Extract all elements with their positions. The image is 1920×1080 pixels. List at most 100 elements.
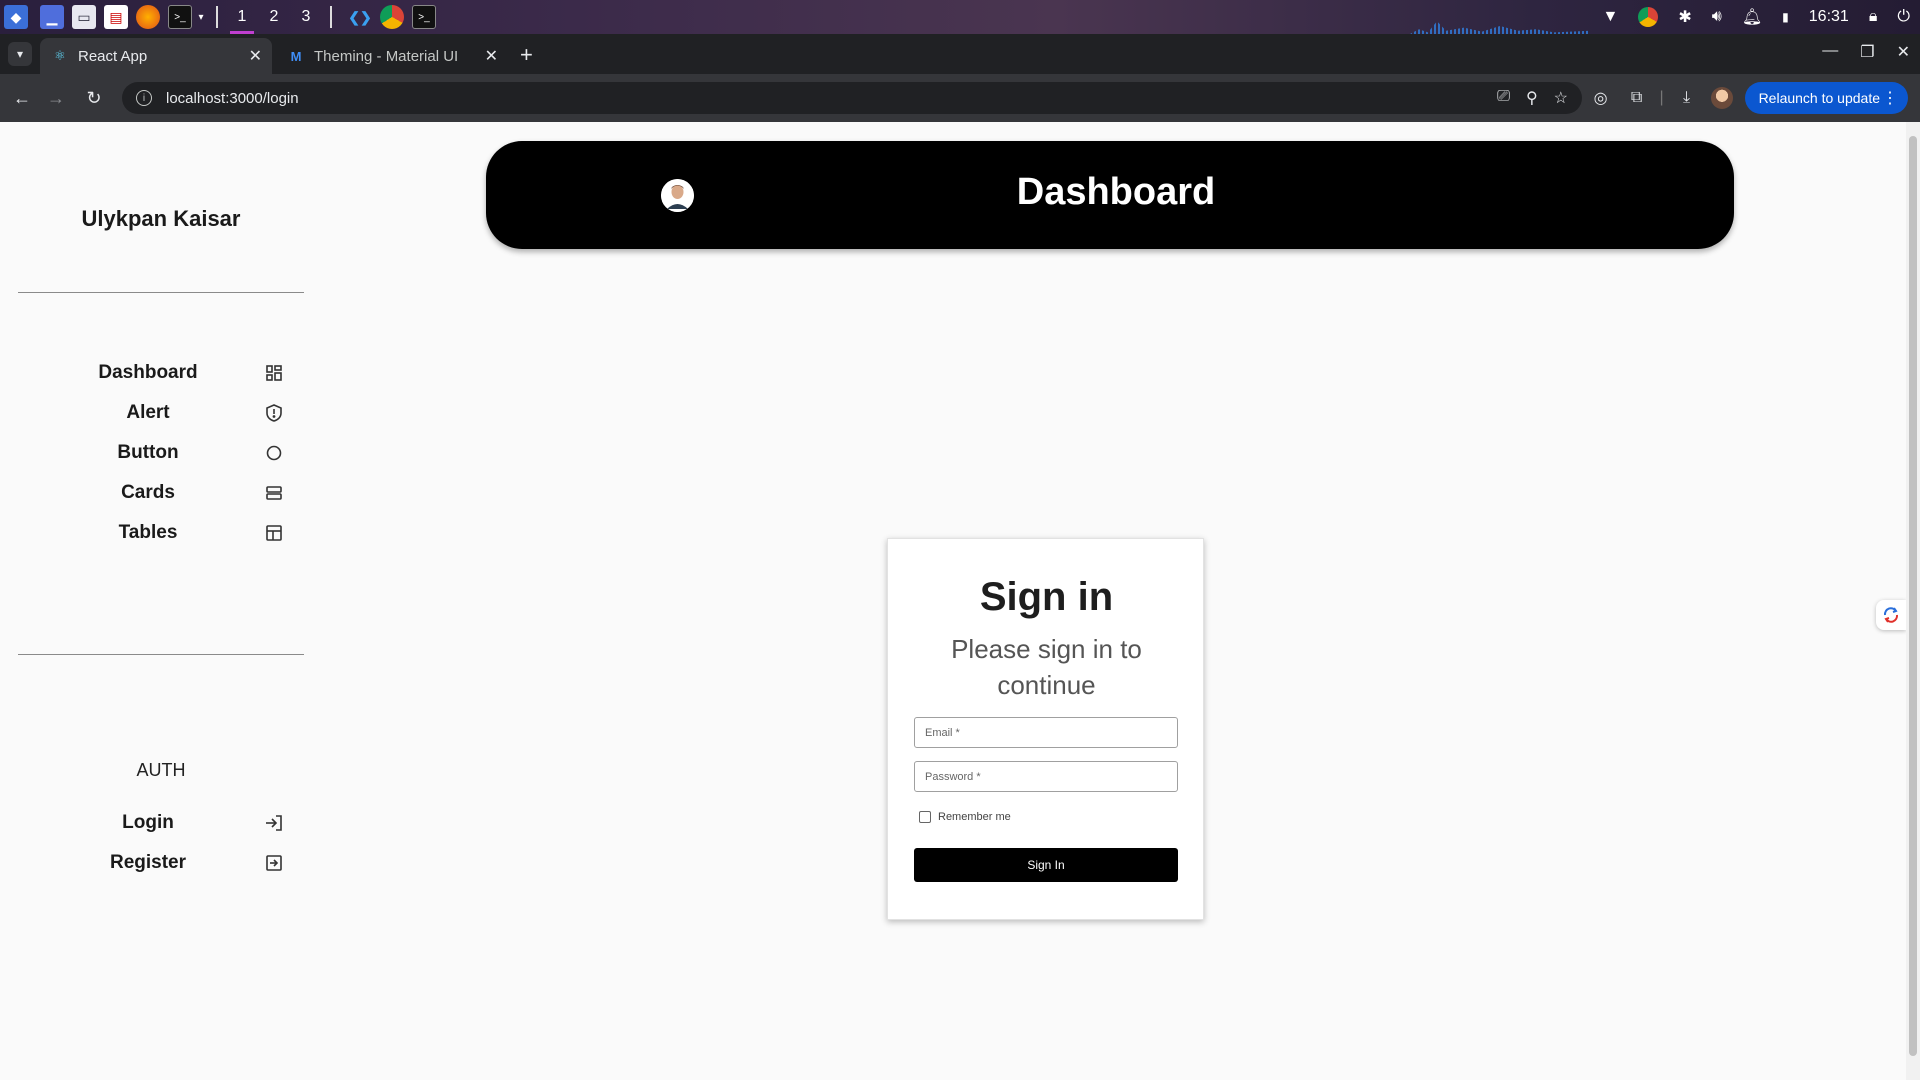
toolbar-right: ◎ ⧉ | ⤓ Relaunch to update ⋮ — [1589, 74, 1920, 122]
install-app-icon[interactable]: ⎚ — [1497, 88, 1510, 108]
sidebar-item-login[interactable]: Login — [18, 803, 304, 843]
tab-title: Theming - Material UI — [314, 47, 459, 65]
folder-icon[interactable]: ▭ — [72, 5, 96, 29]
workspace-3[interactable]: 3 — [290, 0, 322, 34]
relaunch-label: Relaunch to update — [1758, 90, 1880, 106]
remember-me-label: Remember me — [938, 811, 1011, 823]
workspace-1[interactable]: 1 — [226, 0, 258, 34]
password-input[interactable] — [915, 762, 1177, 791]
auth-section-heading: AUTH — [136, 760, 186, 780]
dashboard-header: Dashboard — [486, 141, 1734, 249]
restore-icon[interactable]: ❐ — [1860, 42, 1874, 62]
sidebar-item-label: Register — [109, 852, 187, 873]
workspace-2[interactable]: 2 — [258, 0, 290, 34]
chrome-icon[interactable] — [380, 5, 404, 29]
tab-title: React App — [78, 47, 148, 65]
sidebar-item-label: Tables — [118, 522, 178, 543]
volume-icon[interactable]: 🔊︎ — [1712, 8, 1722, 26]
page-content: Ulykpan Kaisar Dashboard Alert Button Ca… — [0, 122, 1920, 1080]
close-icon[interactable]: ✕ — [249, 46, 262, 66]
grid-icon — [264, 363, 284, 383]
terminal-window-icon[interactable]: >_ — [412, 5, 436, 29]
bookmark-star-icon[interactable]: ☆ — [1554, 88, 1568, 108]
back-icon[interactable]: ← — [10, 86, 34, 110]
mui-icon: M — [290, 48, 302, 64]
sidebar-item-label: Dashboard — [98, 362, 198, 383]
profile-avatar[interactable] — [1710, 87, 1733, 109]
app-launcher-icon[interactable]: ◆ — [4, 5, 28, 29]
address-bar[interactable]: i localhost:3000/login ⎚ ⚲ ☆ — [122, 82, 1582, 114]
terminal-icon[interactable]: >_ — [168, 5, 192, 29]
email-field[interactable] — [914, 717, 1178, 748]
email-input[interactable] — [915, 718, 1177, 747]
bell-icon[interactable]: 🔔︎ — [1742, 7, 1762, 27]
lock-icon[interactable]: 🔒︎ — [1869, 8, 1878, 26]
stack-icon — [264, 483, 284, 503]
extensions-puzzle-icon[interactable]: ⧉ — [1625, 86, 1649, 110]
circle-icon — [264, 443, 284, 463]
page-scrollbar[interactable] — [1906, 122, 1920, 1080]
chrome-tray-icon[interactable] — [1638, 7, 1659, 27]
battery-icon[interactable]: ▮ — [1782, 10, 1789, 24]
network-activity-graph — [1410, 21, 1590, 34]
os-taskbar: ◆ ▁ ▭ ▤ >_ ▾ 1 2 3 ❮❯ >_ ▼ ✱ 🔊︎ 🔔︎ ▮ 16:… — [0, 0, 1920, 34]
browser-toolbar: ← → ↻ i localhost:3000/login ⎚ ⚲ ☆ ◎ ⧉ |… — [0, 74, 1920, 122]
document-viewer-icon[interactable]: ▤ — [104, 5, 128, 29]
table-icon — [264, 523, 284, 543]
taskbar-separator — [330, 6, 332, 28]
sidebar-item-label: Alert — [126, 402, 170, 423]
chevron-down-icon[interactable]: ▾ — [194, 5, 208, 29]
power-icon[interactable]: ⏻ — [1897, 8, 1910, 26]
firefox-icon[interactable] — [136, 5, 160, 29]
vscode-icon[interactable]: ❮❯ — [348, 5, 372, 29]
omnibox-actions: ⎚ ⚲ ☆ — [1497, 88, 1568, 108]
sidebar-item-dashboard[interactable]: Dashboard — [18, 353, 304, 393]
more-menu-icon[interactable]: ⋮ — [1882, 88, 1898, 108]
sidebar-divider — [18, 292, 304, 293]
reload-icon[interactable]: ↻ — [82, 86, 106, 110]
react-icon: ⚛ — [54, 48, 66, 63]
remember-me-option[interactable]: Remember me — [919, 811, 1011, 823]
sidebar-item-button[interactable]: Button — [18, 433, 304, 473]
tab-search-chevron-icon[interactable]: ▾ — [8, 42, 32, 66]
zoom-icon[interactable]: ⚲ — [1526, 88, 1538, 108]
remember-me-checkbox[interactable] — [919, 811, 931, 823]
bluetooth-icon[interactable]: ✱ — [1678, 7, 1691, 27]
sidebar-item-register[interactable]: Register — [18, 843, 304, 883]
site-info-icon[interactable]: i — [136, 90, 152, 106]
login-icon — [264, 813, 284, 833]
toolbar-divider: | — [1659, 89, 1664, 106]
scrollbar-thumb[interactable] — [1909, 136, 1917, 1056]
sign-in-button[interactable]: Sign In — [914, 848, 1178, 882]
download-icon[interactable]: ⤓ — [1675, 86, 1699, 110]
minimize-icon[interactable]: — — [1822, 42, 1838, 62]
page-title: Dashboard — [1016, 171, 1216, 213]
sidebar-divider — [18, 654, 304, 655]
relaunch-to-update-button[interactable]: Relaunch to update ⋮ — [1744, 82, 1908, 114]
wifi-icon[interactable]: ▼ — [1603, 8, 1619, 26]
files-app-icon[interactable]: ▁ — [40, 5, 64, 29]
new-tab-button[interactable]: + — [520, 42, 533, 68]
tab-theming-material-ui[interactable]: M Theming - Material UI ✕ — [276, 38, 508, 74]
user-name: Ulykpan Kaisar — [81, 206, 241, 231]
register-icon — [264, 853, 284, 873]
sidebar: Ulykpan Kaisar Dashboard Alert Button Ca… — [18, 140, 304, 1080]
sign-in-card: Sign in Please sign in to continue Remem… — [887, 538, 1204, 920]
sidebar-item-alert[interactable]: Alert — [18, 393, 304, 433]
sidebar-item-label: Cards — [121, 482, 175, 503]
sidebar-item-label: Login — [122, 812, 174, 833]
google-lens-icon[interactable]: ◎ — [1589, 86, 1613, 110]
clock[interactable]: 16:31 — [1809, 8, 1849, 26]
browser-tab-strip: ▾ ⚛ React App ✕ M Theming - Material UI … — [0, 34, 1920, 74]
close-window-icon[interactable]: ✕ — [1897, 42, 1910, 62]
sign-in-title: Sign in — [979, 575, 1114, 619]
sidebar-item-cards[interactable]: Cards — [18, 473, 304, 513]
sidebar-item-tables[interactable]: Tables — [18, 513, 304, 553]
close-icon[interactable]: ✕ — [485, 46, 498, 66]
system-tray: ▼ ✱ 🔊︎ 🔔︎ ▮ 16:31 🔒︎ ⏻ — [1603, 0, 1910, 34]
forward-icon[interactable]: → — [44, 86, 68, 110]
tab-react-app[interactable]: ⚛ React App ✕ — [40, 38, 272, 74]
password-field[interactable] — [914, 761, 1178, 792]
translate-widget-icon[interactable] — [1876, 600, 1906, 630]
url-text[interactable]: localhost:3000/login — [166, 90, 299, 107]
